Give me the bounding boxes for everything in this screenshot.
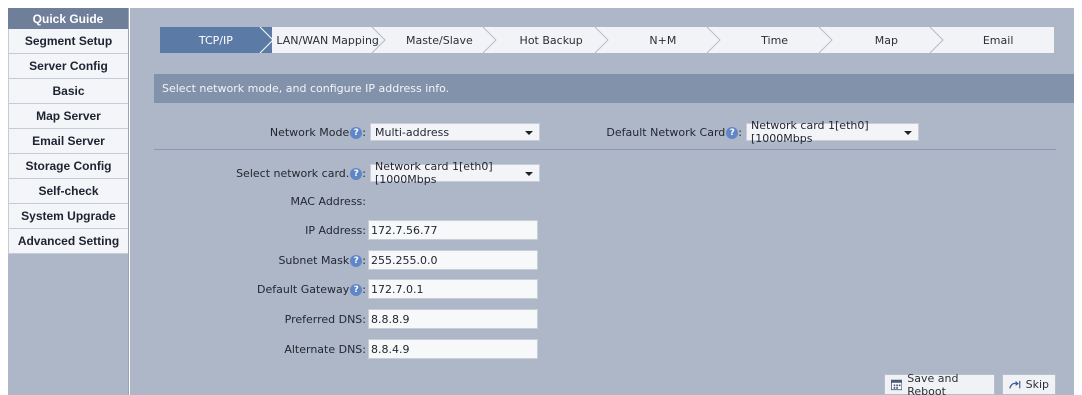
sidebar-item-map-server[interactable]: Map Server <box>8 104 128 129</box>
gateway-row: Default Gateway?: 172.7.0.1 <box>130 279 538 299</box>
sidebar-item-server-config[interactable]: Server Config <box>8 54 128 79</box>
help-icon[interactable]: ? <box>350 254 363 267</box>
default-card-select[interactable]: Network card 1[eth0] [1000Mbps <box>746 119 919 145</box>
step-time[interactable]: Time <box>719 27 833 53</box>
alternate-dns-label: Alternate DNS: <box>284 342 366 356</box>
pdns-row: Preferred DNS: 8.8.8.9 <box>130 309 538 329</box>
main-panel: TCP/IP LAN/WAN Mapping Maste/Slave Hot B… <box>130 8 1074 395</box>
sidebar-item-system-upgrade[interactable]: System Upgrade <box>8 204 128 229</box>
help-icon[interactable]: ? <box>350 167 363 180</box>
chevron-right-icon <box>818 27 833 53</box>
ip-address-input[interactable]: 172.7.56.77 <box>368 220 538 240</box>
skip-button[interactable]: Skip <box>1002 374 1056 395</box>
default-card-label: Default Network Card?: <box>606 125 742 139</box>
step-master-slave[interactable]: Maste/Slave <box>384 27 497 53</box>
ip-label: IP Address: <box>305 223 366 237</box>
mac-label: MAC Address: <box>290 194 366 208</box>
save-and-reboot-button[interactable]: Save and Reboot <box>884 371 995 395</box>
select-card-select[interactable]: Network card 1[eth0] [1000Mbps <box>370 160 540 186</box>
chevron-right-icon <box>371 27 386 53</box>
step-tcp-ip[interactable]: TCP/IP <box>160 27 274 53</box>
help-icon[interactable]: ? <box>726 126 739 139</box>
subnet-row: Subnet Mask?: 255.255.0.0 <box>130 250 538 270</box>
select-card-row: Select network card.?: Network card 1[et… <box>130 160 540 186</box>
info-bar: Select network mode, and configure IP ad… <box>154 74 1074 103</box>
preferred-dns-label: Preferred DNS: <box>284 312 366 326</box>
subnet-mask-input[interactable]: 255.255.0.0 <box>368 250 538 270</box>
step-label: Map <box>874 33 898 47</box>
help-icon[interactable]: ? <box>350 283 363 296</box>
step-label: N+M <box>649 33 677 47</box>
chevron-right-icon <box>257 27 274 53</box>
alternate-dns-input[interactable]: 8.8.4.9 <box>368 339 538 359</box>
chevron-right-icon <box>706 27 721 53</box>
section-divider <box>154 149 1056 150</box>
chevron-right-icon <box>482 27 497 53</box>
step-email[interactable]: Email <box>942 27 1054 53</box>
step-map[interactable]: Map <box>831 27 944 53</box>
step-lan-wan-mapping[interactable]: LAN/WAN Mapping <box>272 27 386 53</box>
step-label: Email <box>982 33 1014 47</box>
mac-row: MAC Address: <box>130 191 370 211</box>
step-label: Maste/Slave <box>405 33 473 47</box>
default-gateway-input[interactable]: 172.7.0.1 <box>368 279 538 299</box>
default-card-row: Default Network Card?: Network card 1[et… <box>130 119 919 145</box>
dropdown-arrow-icon <box>904 131 912 135</box>
step-label: Time <box>761 33 789 47</box>
step-hot-backup[interactable]: Hot Backup <box>495 27 609 53</box>
sidebar-item-email-server[interactable]: Email Server <box>8 129 128 154</box>
ip-row: IP Address: 172.7.56.77 <box>130 220 538 240</box>
sidebar-item-advanced-setting[interactable]: Advanced Setting <box>8 229 128 254</box>
dropdown-arrow-icon <box>525 172 533 176</box>
sidebar-item-basic[interactable]: Basic <box>8 79 128 104</box>
sidebar-header-quick-guide: Quick Guide <box>8 8 128 29</box>
preferred-dns-input[interactable]: 8.8.8.9 <box>368 309 538 329</box>
gateway-label: Default Gateway?: <box>257 282 366 296</box>
select-card-label: Select network card.?: <box>236 166 366 180</box>
skip-label: Skip <box>1025 378 1049 391</box>
step-label: TCP/IP <box>198 33 233 47</box>
chevron-right-icon <box>594 27 609 53</box>
step-label: Hot Backup <box>519 33 583 47</box>
sidebar-item-self-check[interactable]: Self-check <box>8 179 128 204</box>
adns-row: Alternate DNS: 8.8.4.9 <box>130 339 538 359</box>
sidebar: Quick Guide Segment Setup Server Config … <box>8 8 129 395</box>
step-n-plus-m[interactable]: N+M <box>607 27 721 53</box>
wizard-steps: TCP/IP LAN/WAN Mapping Maste/Slave Hot B… <box>160 27 1054 53</box>
save-and-reboot-label: Save and Reboot <box>907 371 959 395</box>
step-label: LAN/WAN Mapping <box>276 33 379 47</box>
chevron-right-icon <box>929 27 944 53</box>
skip-arrow-icon <box>1009 380 1021 389</box>
info-text: Select network mode, and configure IP ad… <box>162 82 450 95</box>
sidebar-item-segment-setup[interactable]: Segment Setup <box>8 29 128 54</box>
sidebar-item-storage-config[interactable]: Storage Config <box>8 154 128 179</box>
save-calendar-icon <box>891 379 903 391</box>
subnet-label: Subnet Mask?: <box>278 253 366 267</box>
